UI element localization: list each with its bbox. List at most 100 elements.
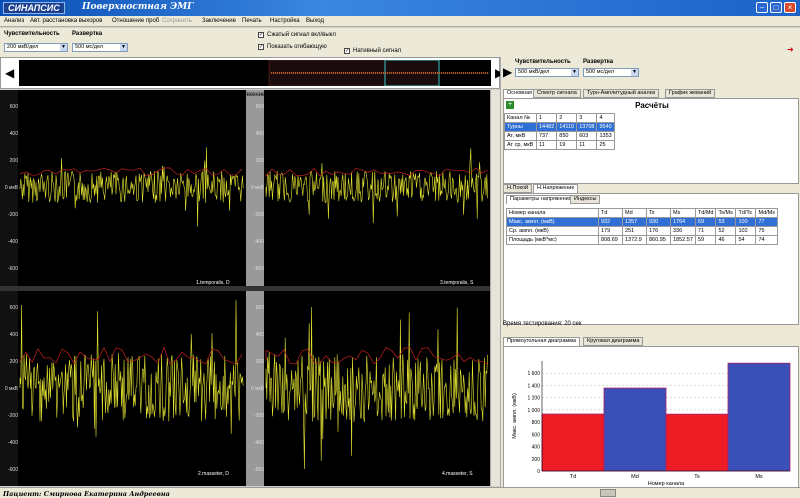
y-tick-label: -600 — [253, 467, 264, 473]
table-row[interactable]: Ср. ампл. (мкВ) 179 251 176 336 71 52 102 75 — [506, 226, 779, 236]
menu-analysis[interactable]: Анализ — [4, 18, 24, 24]
y-tick-label: 0 — [537, 469, 540, 475]
close-button[interactable]: × — [784, 2, 796, 13]
title-bar: СИНАПСИС Поверхностная ЭМГ – □ × — [0, 0, 800, 16]
y-tick-label: -400 — [253, 440, 264, 446]
y-tick-label: 600 — [255, 104, 264, 110]
tab-spectrum[interactable]: Спектр сигнала — [533, 89, 581, 98]
plot-scrollbar[interactable] — [490, 90, 500, 486]
right-panel: ▶ Чувствительность 500 мкВ/дел ▼ Развертк… — [500, 57, 800, 489]
tension-section: Параметры напряжения Индексы Номер канал… — [503, 193, 799, 325]
y-tick-label: 400 — [255, 131, 264, 137]
app-logo: СИНАПСИС — [3, 2, 65, 14]
sweep-value: 500 мс/дел — [75, 44, 104, 50]
scroll-right-arrow[interactable]: ▶ — [503, 65, 512, 79]
y-tick-label: -200 — [253, 413, 264, 419]
y-tick-label: -200 — [253, 212, 264, 218]
y-tick-label: -600 — [7, 266, 18, 272]
status-scroll-thumb[interactable] — [600, 489, 616, 497]
menu-bar: Анализ Авт. расстановка выхоров Отношени… — [0, 16, 800, 27]
sweep-select[interactable]: 500 мс/дел ▼ — [72, 43, 128, 52]
bar-Ts — [665, 413, 729, 472]
chevron-down-icon: ▼ — [60, 44, 67, 51]
y-tick-label: -600 — [7, 467, 18, 473]
channel-label-1: 1.temporalis, D — [196, 280, 230, 286]
tab-rest[interactable]: Н.Покой — [503, 184, 533, 193]
plot-title: Н.Напряжение — [224, 92, 266, 98]
menu-print[interactable]: Печать — [242, 18, 262, 24]
tab-indices[interactable]: Индексы — [570, 195, 601, 204]
chevron-down-icon: ▼ — [631, 69, 638, 76]
y-tick-label: 1 200 — [527, 396, 540, 402]
right-sweep-label: Развертка — [583, 59, 614, 65]
y-tick-label: 400 — [9, 131, 18, 137]
y-tick-label: 800 — [532, 420, 541, 426]
menu-settings[interactable]: Настройка — [270, 18, 300, 24]
x-tick-label: Ms — [755, 474, 763, 480]
y-tick-label: 0 мкВ — [4, 185, 18, 191]
envelope-line — [19, 167, 243, 177]
chevron-down-icon: ▼ — [120, 44, 127, 51]
native-checkbox[interactable]: ✓ — [344, 48, 350, 54]
tab-chewing[interactable]: График жеваний — [665, 89, 716, 98]
sensitivity-select[interactable]: 200 мкВ/дел ▼ — [4, 43, 68, 52]
calc-table: Канал № 1 2 3 4 Турны 14482 14110 13708 9540 Ат,… — [504, 113, 615, 150]
y-tick-label: 1 600 — [527, 371, 540, 377]
test-time: Время тестирования: 20 сек — [503, 321, 582, 327]
minimize-button[interactable]: – — [756, 2, 768, 13]
y-tick-label: 0 мкВ — [250, 185, 264, 191]
window-title: Поверхностная ЭМГ — [82, 2, 194, 12]
table-row[interactable]: Ат ср, мкВ 11 19 11 25 — [504, 140, 615, 150]
envelope-label: Показать огибающую — [267, 44, 327, 50]
calc-section: + Расчёты Канал № 1 2 3 4 Турны 14482 14110 137… — [503, 98, 799, 184]
y-tick-label: 400 — [532, 445, 541, 451]
emg-signal-line — [19, 147, 244, 227]
chevron-down-icon: ▼ — [571, 69, 578, 76]
table-row: Номер канала Td Md Ts Ms Td/Md Ts/Ms Td/Ts Md/Ms — [506, 208, 779, 218]
menu-ratio[interactable]: Отношение проб — [112, 18, 159, 24]
bar-Ms — [727, 362, 791, 472]
table-row: Канал № 1 2 3 4 — [504, 113, 615, 123]
emg-plot-area: 600 400 200 0 мкВ -200 -400 -600 600 400 200 0 мкВ… — [0, 90, 490, 486]
scroll-left-button[interactable]: ◀ — [5, 66, 14, 80]
menu-save[interactable]: Сохранить — [162, 18, 192, 24]
tab-pie-chart[interactable]: Круговая диаграмма — [583, 337, 644, 346]
y-tick-label: 200 — [255, 158, 264, 164]
table-row[interactable]: Ат, мкВ 737 850 603 1353 — [504, 131, 615, 141]
channel-label-3: 3.temporalis, S — [440, 280, 474, 286]
envelope-checkbox[interactable]: ✓ — [258, 44, 264, 50]
calc-title: Расчёты — [635, 101, 669, 110]
tab-bar-chart[interactable]: Прямоугольная диаграмма — [503, 337, 581, 346]
table-row[interactable]: Турны 14482 14110 13708 9540 — [504, 122, 615, 132]
exit-arrow-icon[interactable]: ➜ — [787, 45, 794, 54]
y-tick-label: 0 мкВ — [250, 386, 264, 392]
tab-main[interactable]: Основная — [503, 89, 537, 98]
envelope-line — [19, 346, 243, 365]
channel-label-4: 4.masseter, S — [442, 471, 473, 477]
tab-turn-amplitude[interactable]: Турн-Амплитудный анализ — [583, 89, 660, 98]
menu-auto-markers[interactable]: Авт. расстановка выхоров — [30, 18, 102, 24]
right-sensitivity-select[interactable]: 500 мкВ/дел ▼ — [515, 68, 579, 77]
compressed-checkbox[interactable]: ✓ — [258, 32, 264, 38]
menu-conclusion[interactable]: Заключение — [202, 18, 236, 24]
tab-tension-params[interactable]: Параметры напряжения — [506, 195, 576, 204]
envelope-line — [265, 167, 489, 177]
y-tick-label: 200 — [532, 457, 541, 463]
table-row[interactable]: Площадь (мкВ*мс) 808.69 1372.9 860.95 1852.5… — [506, 235, 779, 245]
chart-section: 0 200 400 600 800 1 000 1 200 1 400 1 600 Td Md Ts M… — [503, 346, 799, 488]
maximize-button[interactable]: □ — [770, 2, 782, 13]
x-tick-label: Md — [631, 474, 639, 480]
y-tick-label: 600 — [9, 305, 18, 311]
tab-tension[interactable]: Н.Напряжение — [533, 184, 579, 193]
bar-Md — [603, 387, 667, 472]
table-row[interactable]: Макс. ампл. (мкВ) 932 1357 930 1764 69 53 100 77 — [506, 217, 779, 227]
sensitivity-label: Чувствительность — [4, 31, 60, 37]
signal-overview: ◀ ▶ — [0, 57, 504, 89]
overview-strip[interactable] — [19, 59, 491, 87]
right-sweep-select[interactable]: 500 мс/дел ▼ — [583, 68, 639, 77]
bar-Td — [541, 413, 605, 472]
envelope-line — [265, 346, 489, 365]
menu-exit[interactable]: Выход — [306, 18, 324, 24]
y-tick-label: 0 мкВ — [4, 386, 18, 392]
y-tick-label: -400 — [7, 440, 18, 446]
